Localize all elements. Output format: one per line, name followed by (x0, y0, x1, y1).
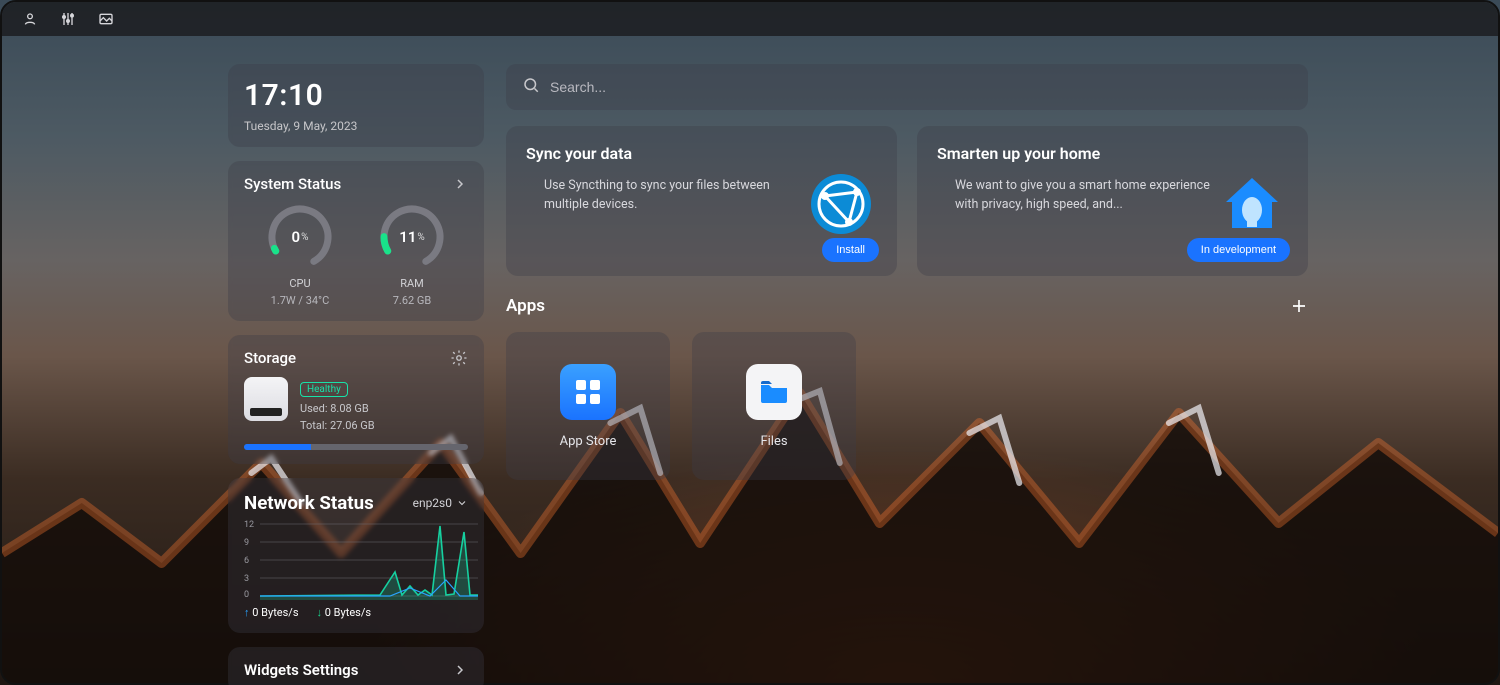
network-down: ↓ 0 Bytes/s (317, 606, 372, 619)
storage-title: Storage (244, 349, 296, 367)
top-bar (2, 2, 1498, 36)
widgets-settings-button[interactable]: Widgets Settings (228, 647, 484, 685)
search-input[interactable] (550, 79, 1292, 95)
app-store-icon (560, 364, 616, 420)
app-tile-app-store[interactable]: App Store (506, 332, 670, 480)
network-widget: Network Status enp2s0 12 9 6 3 0 (228, 478, 484, 633)
network-chart: 12 9 6 3 0 (244, 522, 468, 600)
clock-date: Tuesday, 9 May, 2023 (244, 119, 468, 133)
app-tile-files[interactable]: Files (692, 332, 856, 480)
gear-icon[interactable] (450, 349, 468, 367)
syncthing-icon (809, 172, 873, 236)
promo-title: Sync your data (526, 144, 877, 163)
search-icon (522, 76, 540, 98)
ram-gauge: 11% RAM 7.62 GB (376, 201, 448, 307)
home-assistant-icon (1220, 172, 1284, 236)
files-icon (746, 364, 802, 420)
promo-body: We want to give you a smart home experie… (955, 177, 1215, 215)
chevron-down-icon (456, 497, 468, 509)
promo-home: Smarten up your home We want to give you… (917, 126, 1308, 276)
promo-sync: Sync your data Use Syncthing to sync you… (506, 126, 897, 276)
search-bar[interactable] (506, 64, 1308, 110)
user-icon[interactable] (22, 11, 38, 27)
chevron-right-icon (452, 662, 468, 678)
promo-title: Smarten up your home (937, 144, 1288, 163)
gallery-icon[interactable] (98, 11, 114, 27)
app-label: Files (760, 434, 787, 449)
install-button[interactable]: Install (822, 238, 879, 262)
storage-used: Used: 8.08 GB (300, 401, 375, 418)
system-status-widget[interactable]: System Status 0% CPU 1.7W / 34°C (228, 161, 484, 321)
chevron-right-icon (452, 176, 468, 192)
storage-bar (244, 444, 468, 450)
in-development-button[interactable]: In development (1187, 238, 1290, 262)
disk-icon (244, 377, 288, 421)
network-up: ↑ 0 Bytes/s (244, 606, 299, 619)
promo-body: Use Syncthing to sync your files between… (544, 177, 804, 215)
storage-widget: Storage Healthy Used: 8.08 GB Total: 27.… (228, 335, 484, 464)
storage-health-badge: Healthy (300, 382, 348, 397)
network-title: Network Status (244, 492, 374, 514)
clock-time: 17:10 (244, 78, 468, 113)
network-iface-select[interactable]: enp2s0 (413, 496, 468, 510)
app-label: App Store (560, 434, 617, 449)
add-app-button[interactable] (1290, 297, 1308, 315)
apps-title: Apps (506, 296, 545, 316)
cpu-gauge: 0% CPU 1.7W / 34°C (264, 201, 336, 307)
sliders-icon[interactable] (60, 11, 76, 27)
system-status-title: System Status (244, 175, 341, 193)
clock-widget: 17:10 Tuesday, 9 May, 2023 (228, 64, 484, 147)
storage-total: Total: 27.06 GB (300, 418, 375, 435)
